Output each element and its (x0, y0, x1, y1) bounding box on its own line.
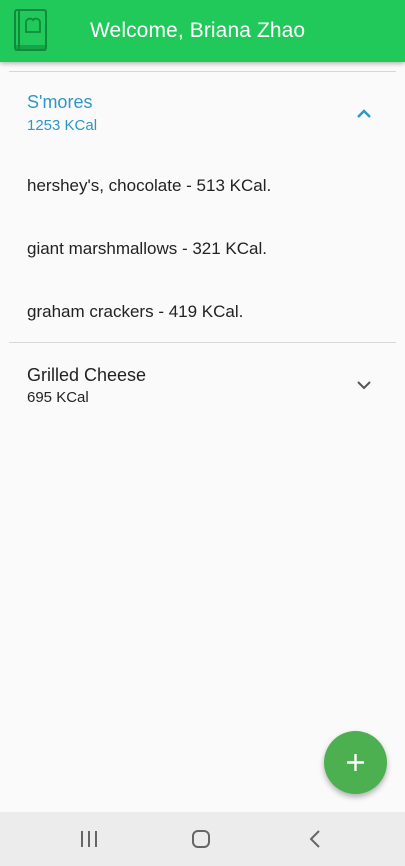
divider (9, 342, 396, 343)
ingredient-item: graham crackers - 419 KCal. (27, 302, 244, 321)
back-icon[interactable] (308, 829, 322, 849)
ingredient-item: hershey's, chocolate - 513 KCal. (27, 176, 272, 195)
page-title: Welcome, Briana Zhao (90, 19, 306, 42)
recipe-panel-smores[interactable]: S'mores 1253 KCal (0, 80, 405, 150)
recipe-calories: 695 KCal (27, 389, 89, 406)
home-icon[interactable] (191, 829, 211, 849)
chevron-up-icon[interactable] (355, 105, 373, 123)
recipe-panel-grilled-cheese[interactable]: Grilled Cheese 695 KCal (0, 352, 405, 422)
chevron-down-icon[interactable] (355, 376, 373, 394)
add-recipe-button[interactable] (324, 731, 387, 794)
system-nav-bar (0, 812, 405, 866)
recipe-book-icon (14, 9, 47, 51)
recipe-name: S'mores (27, 92, 93, 112)
divider (9, 71, 396, 72)
recent-apps-icon[interactable] (80, 829, 98, 849)
plus-icon (347, 754, 364, 771)
ingredient-item: giant marshmallows - 321 KCal. (27, 239, 267, 258)
app-bar: Welcome, Briana Zhao (0, 0, 405, 62)
recipe-name: Grilled Cheese (27, 365, 147, 385)
recipe-calories: 1253 KCal (27, 117, 98, 134)
